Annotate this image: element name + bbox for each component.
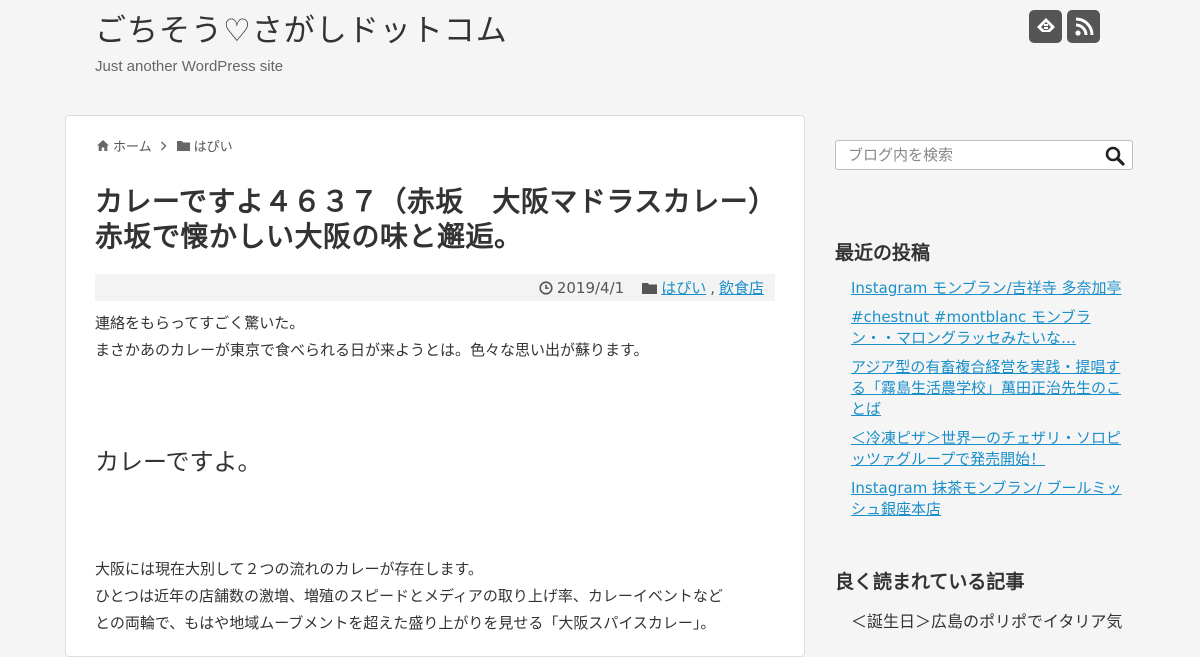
site-title[interactable]: ごちそう♡さがしドットコム: [95, 10, 508, 52]
category-link-happy[interactable]: はぴい: [661, 277, 706, 298]
post-title: カレーですよ４６３７（赤坂 大阪マドラスカレー）赤坂で懐かしい大阪の味と邂逅。: [95, 185, 777, 253]
popular-post-item[interactable]: ＜誕生日＞広島のポリポでイタリア気: [851, 608, 1122, 632]
category-separator: ,: [710, 278, 715, 297]
list-item: #chestnut #montblanc モンブラン・・マロングラッセみたいな…: [851, 307, 1133, 349]
rss-icon[interactable]: [1067, 10, 1100, 43]
list-item: Instagram モンブラン/吉祥寺 多奈加亭: [851, 278, 1133, 299]
body-heading: カレーですよ。: [95, 448, 262, 476]
post-date: 2019/4/1: [539, 279, 624, 297]
list-item: アジア型の有畜複合経営を実践・提唱する「霧島生活農学校」萬田正治先生のことば: [851, 357, 1133, 420]
search-button[interactable]: [1104, 145, 1126, 167]
site-tagline: Just another WordPress site: [95, 58, 284, 75]
search-icon: [1105, 146, 1125, 166]
folder-icon: [176, 141, 190, 151]
recent-post-link[interactable]: #chestnut #montblanc モンブラン・・マロングラッセみたいな…: [851, 308, 1091, 347]
main-article: ホーム はぴい カレーですよ４６３７（赤坂 大阪マドラスカレー）赤坂で懐かしい大…: [65, 115, 805, 657]
list-item: ＜冷凍ピザ＞世界一のチェザリ・ソロピッツァグループで発売開始！: [851, 428, 1133, 470]
popular-posts-title: 良く読まれている記事: [835, 571, 1025, 593]
search-box: [835, 140, 1133, 170]
body-paragraph-line: まさかあのカレーが東京で食べられる日が来ようとは。色々な思い出が蘇ります。: [95, 341, 649, 359]
body-paragraph-line: 連絡をもらってすごく驚いた。: [95, 314, 305, 332]
body-paragraph-line: との両輪で、もはや地域ムーブメントを超えた盛り上がりを見せる「大阪スパイスカレー…: [95, 614, 716, 632]
feedly-icon[interactable]: [1029, 10, 1062, 43]
list-item: Instagram 抹茶モンブラン/ ブールミッシュ銀座本店: [851, 478, 1133, 520]
breadcrumb: ホーム はぴい: [97, 136, 233, 155]
body-paragraph-line: 大阪には現在大別して２つの流れのカレーが存在します。: [95, 560, 484, 578]
post-meta: 2019/4/1 はぴい, 飲食店: [95, 274, 775, 301]
chevron-right-icon: [160, 141, 167, 151]
recent-posts-list: Instagram モンブラン/吉祥寺 多奈加亭 #chestnut #mont…: [851, 278, 1133, 528]
breadcrumb-home[interactable]: ホーム: [97, 136, 152, 155]
recent-post-link[interactable]: Instagram 抹茶モンブラン/ ブールミッシュ銀座本店: [851, 479, 1121, 518]
category-link-restaurant[interactable]: 飲食店: [719, 277, 764, 298]
post-categories: はぴい, 飲食店: [642, 277, 764, 298]
search-input[interactable]: [836, 141, 1110, 169]
post-date-text: 2019/4/1: [556, 278, 625, 297]
breadcrumb-category[interactable]: はぴい: [176, 136, 233, 155]
header-icons: [1029, 10, 1100, 43]
clock-icon: [539, 280, 553, 295]
breadcrumb-home-label: ホーム: [113, 140, 152, 155]
home-icon: [97, 140, 109, 151]
site-header: ごちそう♡さがしドットコム Just another WordPress sit…: [0, 0, 1200, 100]
recent-post-link[interactable]: ＜冷凍ピザ＞世界一のチェザリ・ソロピッツァグループで発売開始！: [851, 429, 1121, 468]
recent-post-link[interactable]: アジア型の有畜複合経営を実践・提唱する「霧島生活農学校」萬田正治先生のことば: [851, 358, 1121, 418]
body-paragraph-line: ひとつは近年の店舗数の激増、増殖のスピードとメディアの取り上げ率、カレーイベント…: [95, 587, 723, 605]
recent-post-link[interactable]: Instagram モンブラン/吉祥寺 多奈加亭: [851, 279, 1121, 297]
folder-icon: [642, 282, 658, 294]
breadcrumb-category-label: はぴい: [193, 140, 233, 155]
recent-posts-title: 最近の投稿: [835, 242, 931, 264]
